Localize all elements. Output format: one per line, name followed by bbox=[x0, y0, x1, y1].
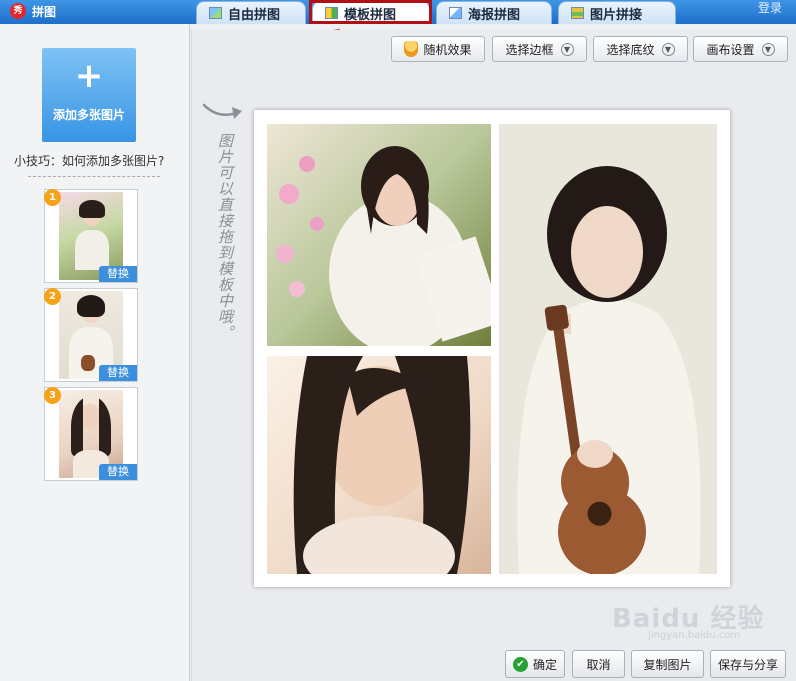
select-background-label: 选择底纹 bbox=[606, 42, 655, 57]
collage-canvas[interactable] bbox=[254, 110, 730, 587]
tab-template-collage[interactable]: 模板拼图 bbox=[312, 1, 430, 24]
thumbnail-3[interactable]: 3 替换 bbox=[44, 387, 138, 481]
tab-poster-collage[interactable]: 海报拼图 bbox=[436, 1, 552, 24]
chevron-down-icon: ▼ bbox=[761, 42, 775, 56]
canvas-settings-label: 画布设置 bbox=[706, 42, 755, 57]
image-join-icon bbox=[571, 7, 584, 19]
template-collage-icon bbox=[325, 7, 338, 19]
photo-girl-closeup bbox=[267, 356, 491, 574]
watermark-url: jingyan.baidu.com bbox=[648, 630, 741, 641]
plus-icon: + bbox=[74, 56, 104, 96]
save-share-button[interactable]: 保存与分享 bbox=[710, 650, 786, 678]
free-collage-icon bbox=[209, 7, 222, 19]
random-effect-button[interactable]: 随机效果 bbox=[391, 36, 485, 62]
tab-free-collage[interactable]: 自由拼图 bbox=[196, 1, 306, 24]
tip-link[interactable]: 小技巧：如何添加多张图片? bbox=[14, 152, 164, 169]
drag-hint-text: 图片可以直接拖到模板中哦。 bbox=[216, 133, 234, 341]
confirm-button[interactable]: ✔ 确定 bbox=[505, 650, 565, 678]
tab-label: 图片拼接 bbox=[590, 7, 643, 23]
photo-girl-with-flowers bbox=[267, 124, 491, 346]
thumbnail-number-badge: 3 bbox=[44, 387, 61, 404]
tab-label: 自由拼图 bbox=[228, 7, 281, 23]
replace-button[interactable]: 替换 bbox=[99, 464, 137, 480]
thumbnail-1[interactable]: 1 替换 bbox=[44, 189, 138, 283]
copy-image-button[interactable]: 复制图片 bbox=[631, 650, 704, 678]
collage-photo-2[interactable] bbox=[267, 356, 491, 574]
select-background-button[interactable]: 选择底纹 ▼ bbox=[593, 36, 688, 62]
tab-image-join[interactable]: 图片拼接 bbox=[558, 1, 676, 24]
add-images-button[interactable]: + 添加多张图片 bbox=[42, 48, 136, 142]
check-icon: ✔ bbox=[512, 656, 528, 672]
chevron-down-icon: ▼ bbox=[661, 42, 675, 56]
replace-button[interactable]: 替换 bbox=[99, 266, 137, 282]
login-link[interactable]: 登录 bbox=[758, 0, 782, 16]
chevron-down-icon: ▼ bbox=[560, 42, 574, 56]
thumbnail-number-badge: 2 bbox=[44, 288, 61, 305]
photo-girl-with-ukulele bbox=[499, 124, 717, 574]
title-bar: 秀 拼图 自由拼图 模板拼图 海报拼图 图片拼接 登录 bbox=[0, 0, 796, 24]
cancel-button[interactable]: 取消 bbox=[572, 650, 625, 678]
tab-label: 模板拼图 bbox=[344, 7, 397, 23]
tab-label: 海报拼图 bbox=[468, 7, 521, 23]
thumbnail-number-badge: 1 bbox=[44, 189, 61, 206]
select-border-button[interactable]: 选择边框 ▼ bbox=[492, 36, 587, 62]
hand-icon bbox=[404, 41, 419, 57]
replace-button[interactable]: 替换 bbox=[99, 365, 137, 381]
app-logo-icon: 秀 bbox=[10, 3, 26, 19]
poster-collage-icon bbox=[449, 7, 462, 19]
sidebar: + 添加多张图片 小技巧：如何添加多张图片? 1 替换 2 替换 3 替换 bbox=[0, 24, 190, 681]
thumbnail-2[interactable]: 2 替换 bbox=[44, 288, 138, 382]
collage-photo-3[interactable] bbox=[499, 124, 717, 574]
app-title: 拼图 bbox=[32, 5, 57, 19]
random-effect-label: 随机效果 bbox=[423, 42, 472, 57]
confirm-label: 确定 bbox=[532, 657, 557, 672]
cancel-label: 取消 bbox=[586, 657, 611, 672]
select-border-label: 选择边框 bbox=[505, 42, 554, 57]
add-images-label: 添加多张图片 bbox=[52, 108, 125, 122]
copy-image-label: 复制图片 bbox=[643, 657, 692, 672]
collage-photo-1[interactable] bbox=[267, 124, 491, 346]
save-share-label: 保存与分享 bbox=[717, 657, 778, 672]
divider bbox=[28, 176, 160, 177]
canvas-settings-button[interactable]: 画布设置 ▼ bbox=[693, 36, 788, 62]
